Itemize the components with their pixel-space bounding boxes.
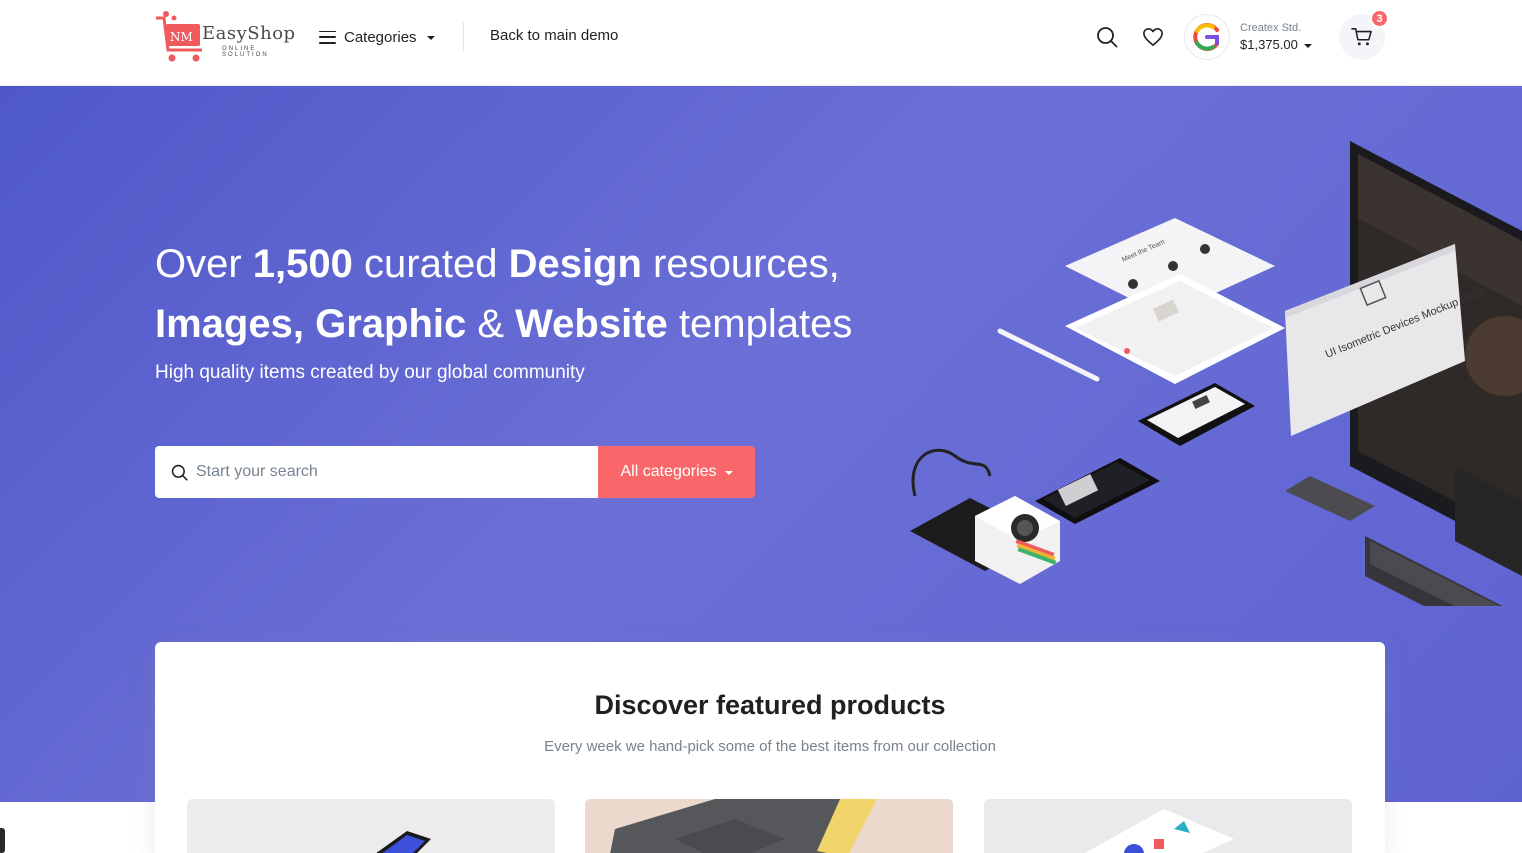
search-icon bbox=[171, 464, 188, 481]
hero-title-bold: Website bbox=[515, 302, 668, 346]
side-tab-handle[interactable] bbox=[0, 828, 5, 853]
product-card[interactable] bbox=[984, 799, 1352, 853]
account-balance: $1,375.00 bbox=[1240, 37, 1312, 52]
account-menu[interactable]: Createx Std. $1,375.00 bbox=[1184, 14, 1312, 60]
chevron-down-icon bbox=[426, 36, 435, 40]
featured-title: Discover featured products bbox=[594, 690, 946, 720]
avatar bbox=[1184, 14, 1230, 60]
tablet-illustration bbox=[1065, 274, 1285, 384]
wishlist-button[interactable] bbox=[1139, 23, 1167, 51]
chevron-down-icon bbox=[1303, 43, 1312, 48]
cart-count-badge: 3 bbox=[1370, 9, 1389, 28]
header-divider bbox=[463, 22, 464, 52]
featured-products-section: Discover featured products Every week we… bbox=[155, 642, 1385, 853]
hero-title-bold: Design bbox=[508, 242, 642, 286]
categories-label: Categories bbox=[344, 28, 417, 46]
featured-subtitle: Every week we hand-pick some of the best… bbox=[544, 738, 996, 755]
hero-title-text: resources, bbox=[641, 242, 840, 286]
hero-devices-illustration: UI Isometric Devices Mockup Pack Meet th… bbox=[910, 141, 1522, 606]
product-thumbnail bbox=[1084, 809, 1234, 853]
heart-icon bbox=[1143, 28, 1163, 46]
account-info: Createx Std. $1,375.00 bbox=[1240, 22, 1312, 52]
logo-monogram: NM bbox=[170, 30, 193, 44]
product-thumbnail bbox=[610, 799, 877, 853]
all-categories-dropdown[interactable]: All categories bbox=[598, 446, 755, 498]
search-icon bbox=[1097, 27, 1118, 48]
hero-title: Over 1,500 curated Design resources, Ima… bbox=[155, 234, 875, 354]
product-card[interactable] bbox=[585, 799, 953, 853]
all-categories-label: All categories bbox=[620, 463, 717, 480]
logo-name: EasyShop bbox=[202, 23, 296, 44]
product-thumbnail bbox=[376, 831, 431, 853]
phone-illustration bbox=[1138, 383, 1255, 446]
hero-title-bold: Images, Graphic bbox=[155, 302, 467, 346]
search-field[interactable] bbox=[155, 446, 598, 498]
hero-search-bar: All categories bbox=[155, 446, 755, 498]
cart-icon bbox=[1351, 28, 1372, 46]
hero-subtitle: High quality items created by our global… bbox=[155, 362, 585, 383]
logo-tagline: ONLINE SOLUTION bbox=[222, 46, 269, 58]
search-input[interactable] bbox=[196, 463, 576, 481]
hero-title-text: curated bbox=[352, 242, 509, 286]
back-to-main-demo-link[interactable]: Back to main demo bbox=[490, 27, 618, 44]
hamburger-icon bbox=[319, 30, 336, 44]
hero-title-text: Over bbox=[155, 242, 253, 286]
hero-title-bold: 1,500 bbox=[252, 242, 353, 286]
hero-title-text: templates bbox=[667, 302, 853, 346]
hero-title-text: & bbox=[466, 302, 516, 346]
account-logo-icon bbox=[1193, 23, 1219, 51]
product-card[interactable] bbox=[187, 799, 555, 853]
phone-dark-illustration bbox=[1035, 458, 1160, 524]
chevron-down-icon bbox=[724, 471, 733, 475]
header-search-button[interactable] bbox=[1093, 23, 1121, 51]
site-header: NM EasyShop ONLINE SOLUTION Categories B… bbox=[0, 0, 1522, 86]
account-balance-value: $1,375.00 bbox=[1240, 37, 1298, 52]
categories-menu[interactable]: Categories bbox=[319, 26, 435, 48]
account-name: Createx Std. bbox=[1240, 22, 1302, 34]
instant-camera-illustration bbox=[910, 448, 1060, 584]
logo[interactable]: NM EasyShop ONLINE SOLUTION bbox=[154, 10, 304, 66]
